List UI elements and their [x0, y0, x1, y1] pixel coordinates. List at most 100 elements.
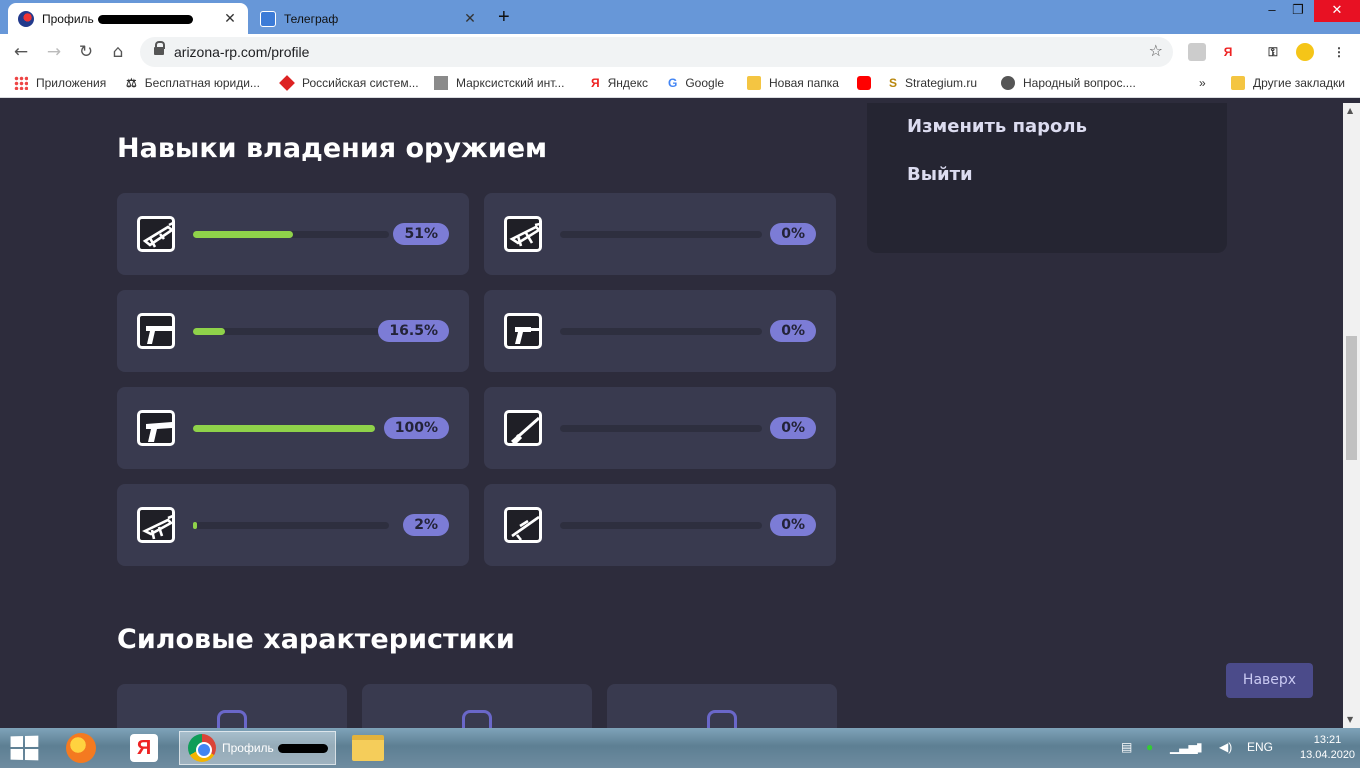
- volume-icon[interactable]: ◀): [1219, 740, 1232, 754]
- tab-telegraph[interactable]: Телеграф ✕: [250, 3, 488, 34]
- skill-percent-badge: 16.5%: [378, 320, 449, 342]
- back-to-top-button[interactable]: Наверх: [1226, 663, 1313, 698]
- signal-icon[interactable]: ▁▃▅: [1170, 740, 1198, 754]
- reload-button[interactable]: ↻: [75, 41, 97, 63]
- skill-percent-badge: 0%: [770, 417, 816, 439]
- yandex-browser-icon: Я: [130, 734, 158, 762]
- bookmark-youtube[interactable]: [857, 76, 879, 90]
- chrome-taskbar-button[interactable]: Профиль: [179, 731, 336, 765]
- redacted-text: [277, 743, 328, 753]
- redacted-text: [97, 14, 193, 24]
- strategium-icon: S: [889, 76, 898, 90]
- skill-progress-bar: [560, 425, 762, 432]
- restore-button[interactable]: ❐: [1278, 0, 1318, 22]
- skill-progress-bar: [193, 425, 375, 432]
- bookmark-other[interactable]: Другие закладки: [1231, 76, 1345, 90]
- desert-eagle-icon: [137, 410, 175, 446]
- explorer-taskbar-button[interactable]: [352, 731, 384, 765]
- bookmark-strategium[interactable]: S Strategium.ru: [889, 76, 977, 90]
- yandex-icon[interactable]: Я: [1219, 43, 1237, 61]
- bookmark-people-question[interactable]: Народный вопрос....: [1001, 76, 1136, 90]
- scroll-up-icon[interactable]: ▲: [1347, 106, 1353, 115]
- page-scrollbar[interactable]: ▲ ▼: [1343, 103, 1360, 728]
- bookmark-russian-system[interactable]: Российская систем...: [279, 75, 419, 91]
- bookmarks-bar: Приложения ⚖ Бесплатная юриди... Российск…: [0, 70, 1360, 98]
- tab-close-icon[interactable]: ✕: [222, 10, 238, 27]
- skill-percent-badge: 0%: [770, 320, 816, 342]
- scales-icon: ⚖: [126, 76, 137, 90]
- skill-percent-badge: 0%: [770, 514, 816, 536]
- skill-progress-fill: [193, 425, 375, 432]
- tab-title: Телеграф: [284, 11, 339, 26]
- bookmark-star-icon[interactable]: ☆: [1149, 41, 1163, 60]
- bookmark-yandex[interactable]: Я Яндекс: [591, 76, 648, 90]
- tab-strip: Профиль ✕ Телеграф ✕ + – ❐ ✕: [0, 0, 1360, 34]
- menu-icon[interactable]: ⋮: [1330, 43, 1348, 61]
- ak47-rifle-icon: [504, 216, 542, 252]
- weapon-skill-card: 2%: [117, 484, 469, 566]
- pistol-icon: [137, 313, 175, 349]
- bookmarks-more-button[interactable]: »: [1199, 76, 1206, 90]
- lock-icon: [154, 41, 165, 57]
- yandex-taskbar-button[interactable]: Я: [130, 731, 158, 765]
- folder-icon: [1231, 76, 1245, 90]
- bookmark-law[interactable]: ⚖ Бесплатная юриди...: [126, 76, 260, 90]
- close-window-button[interactable]: ✕: [1314, 0, 1360, 22]
- weapon-skill-card: 0%: [484, 387, 836, 469]
- tab-profile[interactable]: Профиль ✕: [8, 3, 248, 34]
- translate-icon[interactable]: [1188, 43, 1206, 61]
- url-text[interactable]: arizona-rp.com/profile: [174, 44, 309, 60]
- power-stat-card: [607, 684, 837, 728]
- forward-button[interactable]: →: [43, 41, 65, 63]
- system-clock[interactable]: 13:21 13.04.2020: [1300, 733, 1355, 763]
- avatar-icon[interactable]: [1296, 43, 1314, 61]
- profile-side-menu: Изменить пароль Выйти: [867, 103, 1227, 253]
- folder-icon: [747, 76, 761, 90]
- power-stat-card: [117, 684, 347, 728]
- key-icon[interactable]: ⚿: [1264, 43, 1282, 61]
- runner-icon: [707, 710, 737, 728]
- bookmark-new-folder[interactable]: Новая папка: [747, 76, 839, 90]
- start-icon[interactable]: [10, 735, 39, 761]
- home-button[interactable]: ⌂: [107, 41, 129, 63]
- bookmark-apps[interactable]: Приложения: [14, 76, 106, 90]
- bookmark-marxist[interactable]: Марксистский инт...: [434, 76, 564, 90]
- skill-progress-bar: [193, 328, 389, 335]
- power-stat-card: [362, 684, 592, 728]
- address-bar[interactable]: arizona-rp.com/profile ☆: [140, 37, 1173, 67]
- keyboard-icon[interactable]: ▤: [1121, 740, 1132, 754]
- weapon-skill-card: 16.5%: [117, 290, 469, 372]
- scroll-down-icon[interactable]: ▼: [1347, 715, 1353, 724]
- skill-percent-badge: 100%: [383, 417, 449, 439]
- logout-link[interactable]: Выйти: [907, 164, 973, 185]
- file-explorer-icon: [352, 735, 384, 761]
- scrollbar-thumb[interactable]: [1346, 336, 1357, 460]
- security-shield-icon[interactable]: ●: [1146, 740, 1153, 754]
- weapon-skills-title: Навыки владения оружием: [117, 133, 548, 164]
- skill-progress-fill: [193, 328, 225, 335]
- change-password-link[interactable]: Изменить пароль: [907, 116, 1087, 137]
- weapon-skill-card: 0%: [484, 290, 836, 372]
- skill-progress-bar: [560, 328, 762, 335]
- windows-taskbar: Я Профиль ▤ ● ▁▃▅ ▮ ◀) ENG 13:21 13.04.2…: [0, 728, 1360, 768]
- skill-progress-bar: [560, 231, 762, 238]
- language-indicator[interactable]: ENG: [1247, 740, 1273, 754]
- weapon-skill-card: 100%: [117, 387, 469, 469]
- skill-progress-bar: [193, 522, 389, 529]
- weapon-skill-card: 0%: [484, 484, 836, 566]
- bookmark-google[interactable]: G Google: [668, 76, 724, 90]
- tab-close-icon[interactable]: ✕: [462, 10, 478, 27]
- telegraph-favicon-icon: [260, 10, 276, 27]
- tab-title: Профиль: [42, 11, 94, 26]
- network-icon[interactable]: ▮: [1196, 740, 1203, 754]
- back-button[interactable]: ←: [10, 41, 32, 63]
- firefox-taskbar-button[interactable]: [66, 731, 96, 765]
- sniper-rifle-icon: [504, 507, 542, 543]
- globe-icon: [1001, 76, 1015, 90]
- new-tab-button[interactable]: +: [498, 6, 510, 29]
- shotgun-icon: [504, 410, 542, 446]
- skill-percent-badge: 0%: [770, 223, 816, 245]
- skill-progress-bar: [560, 522, 762, 529]
- chrome-icon: [188, 734, 216, 762]
- red-badge-icon: [279, 75, 295, 91]
